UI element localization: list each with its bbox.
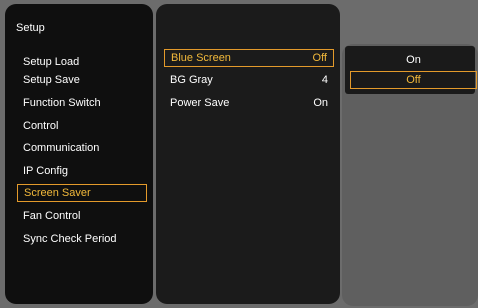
setup-menu-title: Setup — [16, 22, 45, 34]
submenu-item-label: Power Save — [170, 97, 230, 109]
submenu-item-value: 4 — [321, 74, 328, 86]
screen-saver-submenu-panel: Blue Screen Off BG Gray 4 Power Save On — [156, 4, 340, 304]
menu-item-setup-save[interactable]: Setup Save — [17, 71, 147, 89]
submenu-item-power-save[interactable]: Power Save On — [164, 94, 334, 112]
menu-item-setup-load[interactable]: Setup Load — [17, 53, 147, 71]
menu-item-sync-check-period[interactable]: Sync Check Period — [17, 230, 147, 248]
menu-item-control[interactable]: Control — [17, 117, 147, 135]
option-on[interactable]: On — [350, 51, 477, 69]
submenu-item-value: Off — [312, 52, 327, 64]
menu-item-fan-control[interactable]: Fan Control — [17, 207, 147, 225]
submenu-item-label: BG Gray — [170, 74, 213, 86]
option-off[interactable]: Off — [350, 71, 477, 89]
submenu-item-bg-gray[interactable]: BG Gray 4 — [164, 71, 334, 89]
menu-item-function-switch[interactable]: Function Switch — [17, 94, 147, 112]
submenu-item-value: On — [313, 97, 328, 109]
option-list: On Off — [345, 46, 477, 94]
submenu-item-blue-screen[interactable]: Blue Screen Off — [164, 49, 334, 67]
menu-item-communication[interactable]: Communication — [17, 139, 147, 157]
setup-menu-panel: Setup Setup Load Setup Save Function Swi… — [5, 4, 153, 304]
submenu-item-label: Blue Screen — [171, 52, 231, 64]
menu-item-ip-config[interactable]: IP Config — [17, 162, 147, 180]
menu-item-screen-saver[interactable]: Screen Saver — [17, 184, 147, 202]
osd-screen: Setup Setup Load Setup Save Function Swi… — [0, 0, 478, 308]
